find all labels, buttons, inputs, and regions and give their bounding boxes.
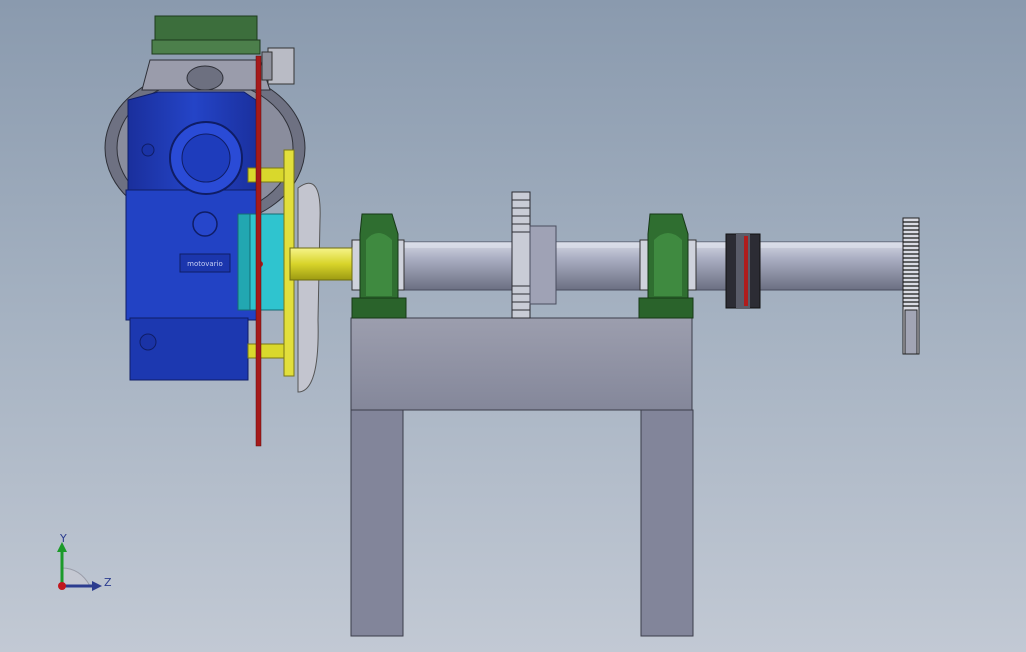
triad-plane-icon — [61, 567, 91, 587]
support-frame[interactable] — [350, 317, 694, 637]
gearbox-label: motovario — [187, 260, 223, 268]
y-axis-label: Y — [59, 532, 67, 545]
frame-left-leg[interactable] — [350, 409, 404, 637]
input-shaft[interactable] — [289, 247, 353, 281]
shaft-collar-right[interactable] — [725, 233, 761, 309]
assembly-scene[interactable]: motovario — [0, 0, 1026, 652]
frame-top-beam[interactable] — [350, 317, 693, 411]
coordinate-triad: Y Z — [57, 532, 112, 591]
middle-sprocket[interactable] — [511, 191, 557, 319]
frame-right-leg[interactable] — [640, 409, 694, 637]
end-gear[interactable] — [902, 217, 920, 355]
main-shaft[interactable] — [351, 241, 913, 291]
cad-viewport[interactable]: motovario Y Z — [0, 0, 1026, 652]
bearing-right[interactable] — [638, 213, 697, 319]
chain-link-rod[interactable] — [255, 55, 262, 447]
coupling-disc[interactable] — [297, 182, 321, 393]
output-flange[interactable] — [237, 213, 287, 311]
bearing-left[interactable] — [351, 213, 407, 319]
z-axis-label: Z — [104, 576, 112, 589]
x-axis-icon — [58, 582, 66, 590]
